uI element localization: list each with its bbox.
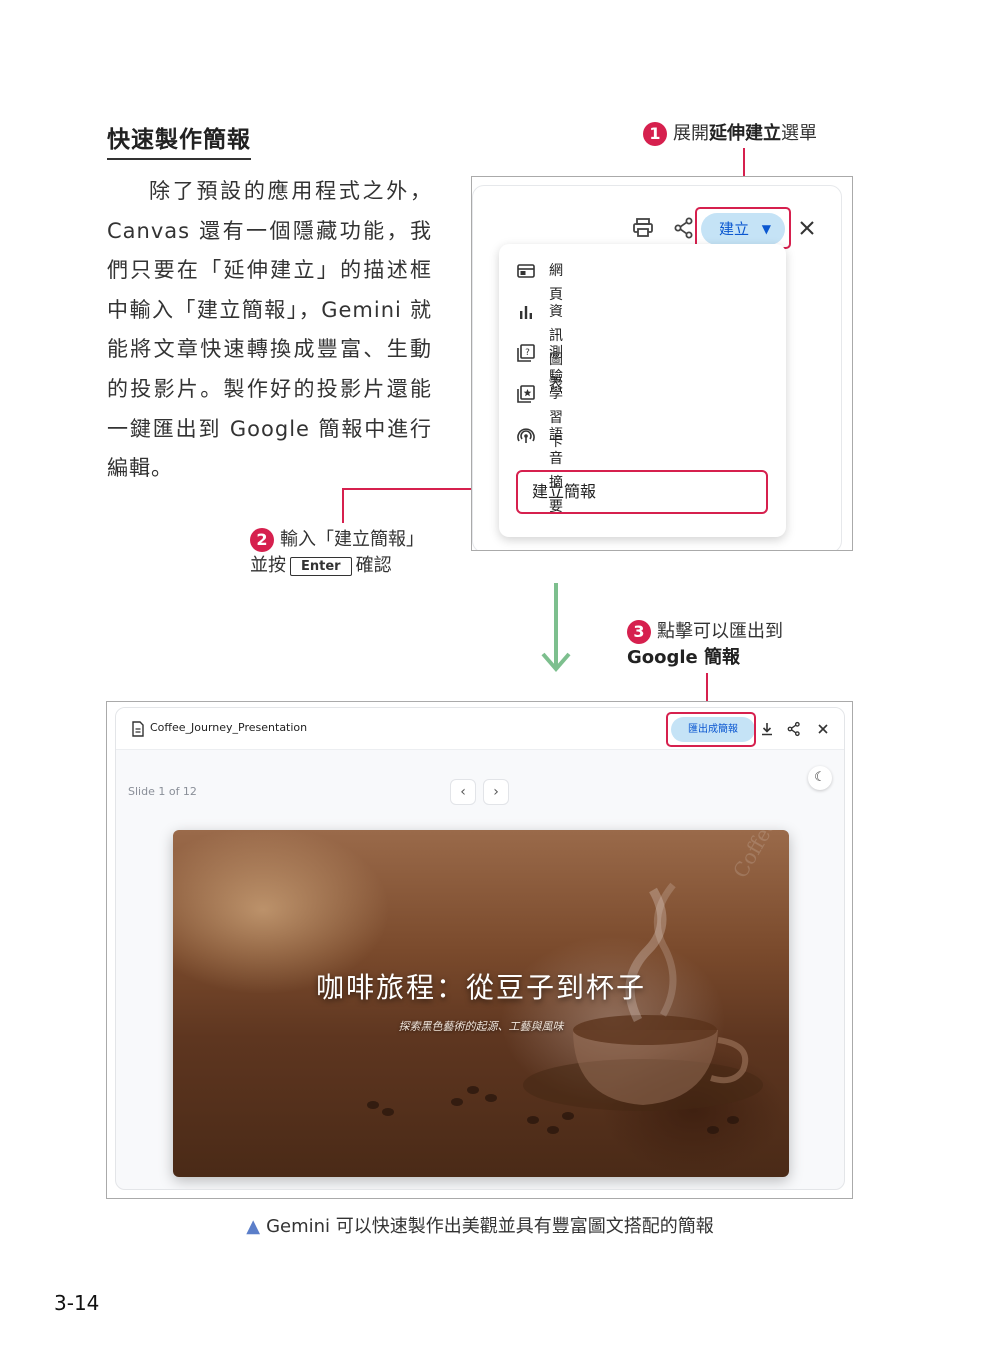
download-icon[interactable] (759, 721, 775, 737)
close-icon[interactable] (795, 216, 819, 240)
quiz-icon: ? (517, 344, 535, 362)
print-icon[interactable] (631, 216, 655, 240)
next-slide-button[interactable]: › (483, 779, 509, 805)
presentation-panel: Coffee_Journey_Presentation 匯出成簡報 Slide … (115, 707, 845, 1190)
share-icon[interactable] (672, 216, 696, 240)
callout-2-line-v (342, 489, 344, 523)
document-icon (132, 721, 144, 737)
screenshot-presentation: Coffee_Journey_Presentation 匯出成簡報 Slide … (106, 701, 853, 1199)
step-badge-2: 2 (250, 528, 274, 552)
previous-slide-button[interactable]: ‹ (450, 779, 476, 805)
file-name: Coffee_Journey_Presentation (150, 721, 308, 734)
callout-3-line2: Google 簡報 (627, 647, 741, 668)
web-icon (517, 264, 535, 278)
slide-preview: Coffee 咖啡旅程：從豆子到杯子 探索黑色藝術的起源、工藝與風味 (173, 830, 789, 1177)
dark-mode-toggle[interactable]: ☾ (808, 766, 832, 790)
close-icon[interactable] (816, 722, 830, 736)
slide-subtitle: 探索黑色藝術的起源、工藝與風味 (398, 1020, 564, 1033)
share-icon[interactable] (786, 721, 802, 737)
flashcard-icon (517, 385, 535, 403)
step-badge-3: 3 (627, 620, 651, 644)
callout-1-bold: 延伸建立 (709, 123, 781, 144)
extend-create-input[interactable]: 建立簡報 (516, 470, 768, 514)
audio-icon (517, 428, 535, 443)
callout-1-post: 選單 (781, 123, 817, 144)
page-number: 3-14 (54, 1291, 100, 1315)
callout-3-line1: 點擊可以匯出到 (657, 621, 783, 642)
highlight-create-button (695, 207, 791, 249)
create-menu: 網頁 資訊圖表 ? 測驗 學習卡 語音摘要 建立簡報 (499, 244, 786, 537)
callout-2-line1: 輸入「建立簡報」 (280, 529, 424, 550)
slide-title: 咖啡旅程：從豆子到杯子 (315, 971, 646, 1004)
chevron-left-icon: ‹ (460, 784, 466, 800)
caption-triangle-icon: ▲ (246, 1216, 261, 1237)
body-paragraph: 除了預設的應用程式之外，Canvas 還有一個隱藏功能，我們只要在「延伸建立」的… (107, 179, 432, 481)
svg-text:?: ? (525, 348, 530, 358)
flow-arrow-icon (541, 583, 571, 673)
screenshot-create-menu: 建立 ▼ 網頁 資訊圖表 ? 測驗 學習卡 語音摘要 建立簡報 (471, 176, 853, 551)
highlight-export-button (666, 712, 756, 747)
section-title: 快速製作簡報 (107, 120, 251, 160)
figure-caption: ▲ Gemini 可以快速製作出美觀並具有豐富圖文搭配的簡報 (0, 1212, 960, 1238)
canvas-panel: 建立 ▼ 網頁 資訊圖表 ? 測驗 學習卡 語音摘要 建立簡報 (472, 185, 842, 550)
chevron-right-icon: › (493, 784, 499, 800)
callout-1: 1 展開延伸建立選單 (643, 121, 817, 147)
callout-2-pre: 並按 (250, 555, 286, 576)
callout-2-post: 確認 (355, 555, 392, 576)
bar-chart-icon (520, 306, 532, 319)
callout-1-pre: 展開 (673, 123, 709, 144)
callout-2: 2 輸入「建立簡報」 並按 Enter 確認 (250, 527, 424, 579)
moon-icon: ☾ (814, 770, 826, 785)
slide-counter: Slide 1 of 12 (128, 785, 197, 798)
step-badge-1: 1 (643, 122, 667, 146)
caption-text: Gemini 可以快速製作出美觀並具有豐富圖文搭配的簡報 (266, 1216, 714, 1237)
enter-key: Enter (290, 556, 352, 576)
callout-3: 3 點擊可以匯出到 Google 簡報 (627, 619, 783, 671)
